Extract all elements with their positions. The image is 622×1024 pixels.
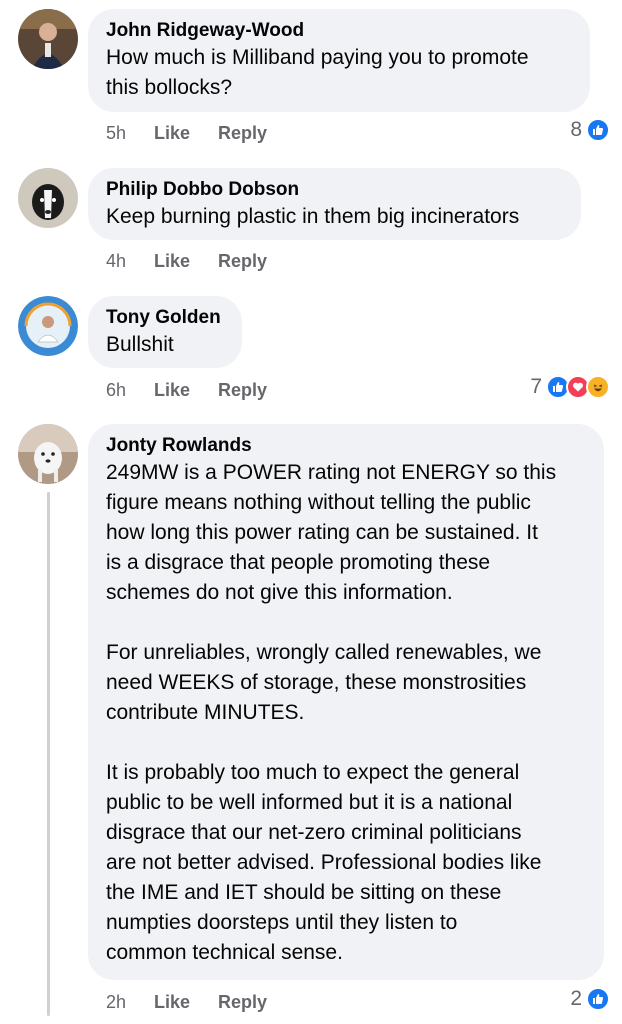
comment-text: Keep burning plastic in them big inciner… xyxy=(106,205,520,228)
reaction-count: 8 xyxy=(570,118,582,141)
like-button[interactable]: Like xyxy=(154,249,218,273)
comment-author[interactable]: Jonty Rowlands xyxy=(106,434,586,458)
reaction-summary[interactable]: 7 xyxy=(530,375,610,399)
comment-time[interactable]: 4h xyxy=(106,249,154,273)
like-button[interactable]: Like xyxy=(154,378,218,402)
reaction-summary[interactable]: 8 xyxy=(570,118,610,142)
comment-actions: 2h Like Reply xyxy=(106,990,267,1014)
avatar[interactable] xyxy=(18,168,78,228)
reply-button[interactable]: Reply xyxy=(218,990,267,1014)
comment-actions: 4h Like Reply xyxy=(106,249,267,273)
comment-actions: 6h Like Reply xyxy=(106,378,267,402)
comment-actions: 5h Like Reply xyxy=(106,121,267,145)
like-reaction-icon xyxy=(586,118,610,142)
comment-author[interactable]: John Ridgeway-Wood xyxy=(106,19,572,43)
reply-button[interactable]: Reply xyxy=(218,378,267,402)
comment-time[interactable]: 6h xyxy=(106,378,154,402)
like-button[interactable]: Like xyxy=(154,121,218,145)
haha-reaction-icon xyxy=(586,375,610,399)
comment-text: 249MW is a POWER rating not ENERGY so th… xyxy=(106,461,557,964)
comment-bubble: Tony Golden Bullshit xyxy=(88,296,242,368)
like-reaction-icon xyxy=(586,987,610,1011)
reply-button[interactable]: Reply xyxy=(218,249,267,273)
comment-time[interactable]: 2h xyxy=(106,990,154,1014)
avatar[interactable] xyxy=(18,296,78,356)
reply-button[interactable]: Reply xyxy=(218,121,267,145)
comment-text: Bullshit xyxy=(106,333,174,356)
reaction-count: 7 xyxy=(530,375,542,398)
comment-author[interactable]: Tony Golden xyxy=(106,306,224,330)
thread-line xyxy=(47,492,50,1016)
comment-bubble: John Ridgeway-Wood How much is Milliband… xyxy=(88,9,590,112)
avatar[interactable] xyxy=(18,9,78,69)
like-button[interactable]: Like xyxy=(154,990,218,1014)
comment-bubble: Jonty Rowlands 249MW is a POWER rating n… xyxy=(88,424,604,980)
comment-text: How much is Milliband paying you to prom… xyxy=(106,46,529,99)
reaction-summary[interactable]: 2 xyxy=(570,987,610,1011)
avatar[interactable] xyxy=(18,424,78,484)
comment-time[interactable]: 5h xyxy=(106,121,154,145)
comment-bubble: Philip Dobbo Dobson Keep burning plastic… xyxy=(88,168,581,240)
reaction-count: 2 xyxy=(570,987,582,1010)
comment-author[interactable]: Philip Dobbo Dobson xyxy=(106,178,563,202)
